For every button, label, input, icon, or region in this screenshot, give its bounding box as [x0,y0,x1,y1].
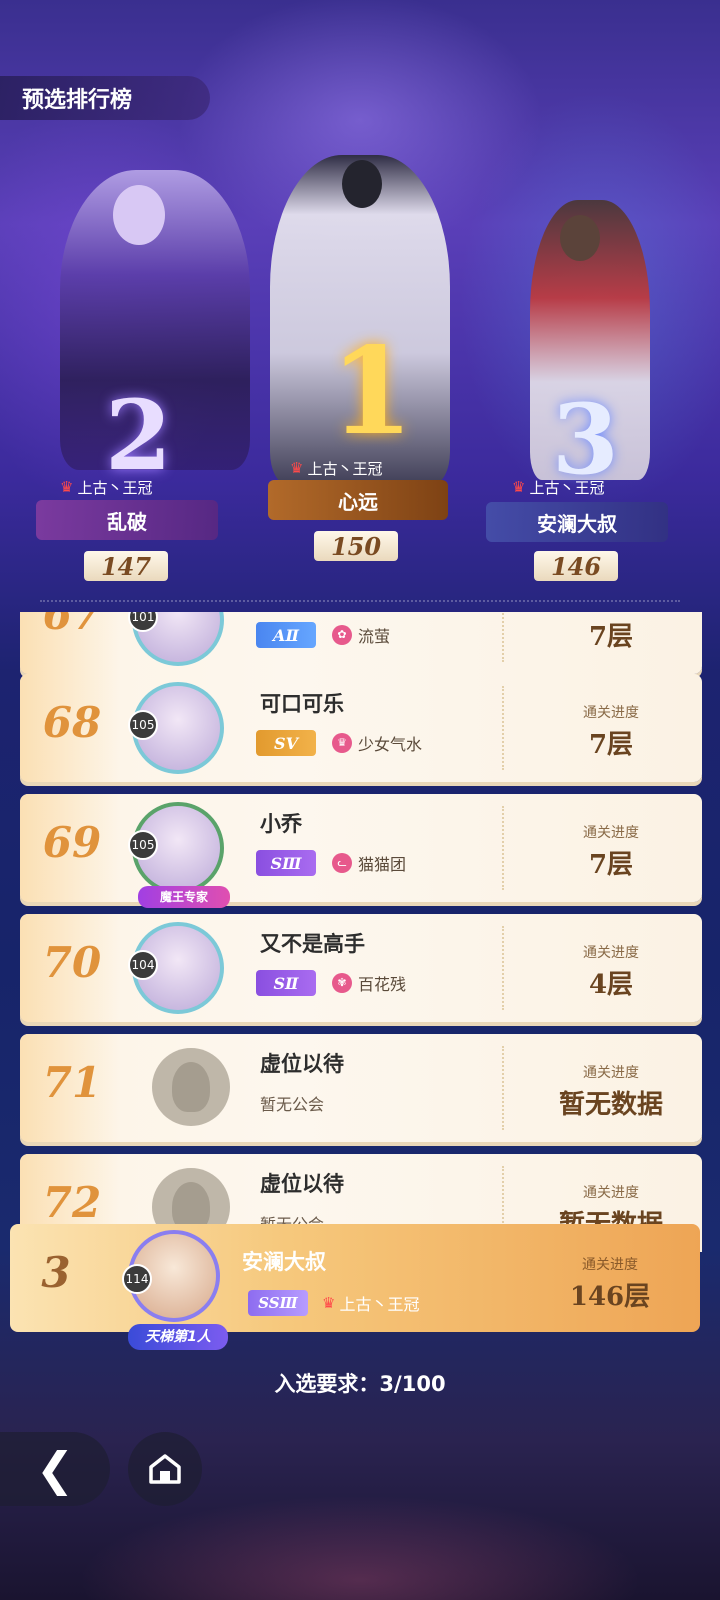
my-rank-number: 3 [41,1248,71,1297]
ranking-list[interactable]: 67 101 AⅡ ✿ 流萤 7层 68 105 可口可乐 SⅤ ♛ 少女气水 … [0,612,720,1252]
tier-badge: SⅤ [256,730,316,756]
progress-value: 146层 [569,1282,651,1312]
guild-emblem-icon: ♛ [332,733,352,753]
row-rank: 72 [42,1178,102,1227]
guild-info: 暂无公会 [260,1090,324,1116]
player-name: 虚位以待 [260,1052,344,1076]
podium-rank-number-1: 1 [330,321,414,462]
guild-name: 猫猫团 [358,855,407,874]
crown-icon: ♛ [60,478,74,496]
flower-emblem-icon: ✾ [332,973,352,993]
row-rank: 71 [42,1058,102,1107]
guild-info: ✿ 流萤 [332,622,390,648]
progress-value: 7层 [588,730,634,760]
guild-name: 流萤 [358,627,391,646]
guild-emblem-icon: ✿ [332,625,352,645]
progress-label: 通关进度 [582,1257,638,1273]
home-icon [149,1454,181,1484]
character-head-rank-3 [560,215,600,261]
player-name: 可口可乐 [260,692,344,716]
crown-icon: ♛ [290,459,304,477]
tier-badge: SⅢ [256,850,316,876]
podium-guild-label: 上古丶王冠 [77,478,153,497]
row-rank: 70 [42,938,102,987]
guild-name: 百花残 [358,975,407,994]
podium-guild-3: ♛ 上古丶王冠 [512,473,604,501]
tier-badge: SSⅢ [248,1290,308,1316]
progress-label: 通关进度 [583,945,639,961]
podium-guild-label: 上古丶王冠 [529,478,605,497]
progress-label: 通关进度 [583,705,639,721]
podium-guild-label: 上古丶王冠 [307,459,383,478]
player-name: 又不是高手 [260,932,365,956]
podium-score-2: 147 [84,551,168,581]
guild-info: ✾ 百花残 [332,970,406,996]
title-tag: 魔王专家 [138,886,230,908]
level-badge: 104 [128,950,158,980]
row-rank: 67 [42,612,102,639]
guild-name: 暂无公会 [260,1095,325,1114]
guild-info: ᓚ 猫猫团 [332,850,406,876]
character-head-rank-1 [342,160,382,208]
row-rank: 69 [42,818,102,867]
progress-label: 通关进度 [583,825,639,841]
title-tag: 天梯第1人 [128,1324,228,1350]
progress-value: 7层 [588,622,634,652]
ranking-row[interactable]: 69 105 魔王专家 小乔 SⅢ ᓚ 猫猫团 通关进度 7层 [20,794,702,908]
tier-badge: AⅡ [256,622,316,648]
placeholder-avatar-icon [152,1048,230,1126]
crown-icon: ♛ [512,478,526,496]
level-badge: 105 [128,710,158,740]
podium-guild-1: ♛ 上古丶王冠 [290,454,382,482]
podium-guild-2: ♛ 上古丶王冠 [60,473,152,501]
cat-emblem-icon: ᓚ [332,853,352,873]
progress-label: 通关进度 [583,1185,639,1201]
progress-value: 4层 [588,970,634,1000]
character-head-rank-2 [113,185,165,245]
podium-rank-number-2: 2 [105,379,172,492]
player-name: 虚位以待 [260,1172,344,1196]
player-name: 小乔 [260,812,302,836]
progress-label: 通关进度 [583,1065,639,1081]
my-player-name: 安澜大叔 [242,1250,326,1274]
ranking-row[interactable]: 68 105 可口可乐 SⅤ ♛ 少女气水 通关进度 7层 [20,674,702,782]
ranking-row[interactable]: 71 虚位以待 暂无公会 通关进度 暂无数据 [20,1034,702,1142]
back-arrow-icon: ❮ [35,1442,75,1496]
podium-name-1[interactable]: 心远 [268,480,448,520]
guild-name: 上古丶王冠 [339,1295,420,1314]
crown-icon: ♛ [322,1294,336,1312]
guild-name: 少女气水 [358,735,423,754]
progress-value: 暂无数据 [558,1090,663,1120]
my-rank-row[interactable]: 3 114 天梯第1人 安澜大叔 SSⅢ ♛ 上古丶王冠 通关进度 146层 [10,1224,700,1350]
home-button[interactable] [128,1432,202,1506]
stage-floor [0,1380,720,1600]
guild-info: ♛ 少女气水 [332,730,422,756]
level-badge: 114 [122,1264,152,1294]
podium-name-2[interactable]: 乱破 [36,500,218,540]
selection-requirement: 入选要求：3/100 [274,1372,446,1396]
podium-score-3: 146 [534,551,618,581]
podium-divider [40,600,680,602]
podium-name-3[interactable]: 安澜大叔 [486,502,668,542]
level-badge: 105 [128,830,158,860]
podium-score-1: 150 [314,531,398,561]
tier-badge: SⅡ [256,970,316,996]
ranking-row[interactable]: 70 104 又不是高手 SⅡ ✾ 百花残 通关进度 4层 [20,914,702,1022]
ranking-row[interactable]: 67 101 AⅡ ✿ 流萤 7层 [20,612,702,674]
progress-value: 7层 [588,850,634,880]
guild-info: ♛ 上古丶王冠 [322,1290,419,1316]
back-button[interactable]: ❮ [0,1432,110,1506]
row-rank: 68 [42,698,102,747]
page-title: 预选排行榜 [0,76,210,120]
